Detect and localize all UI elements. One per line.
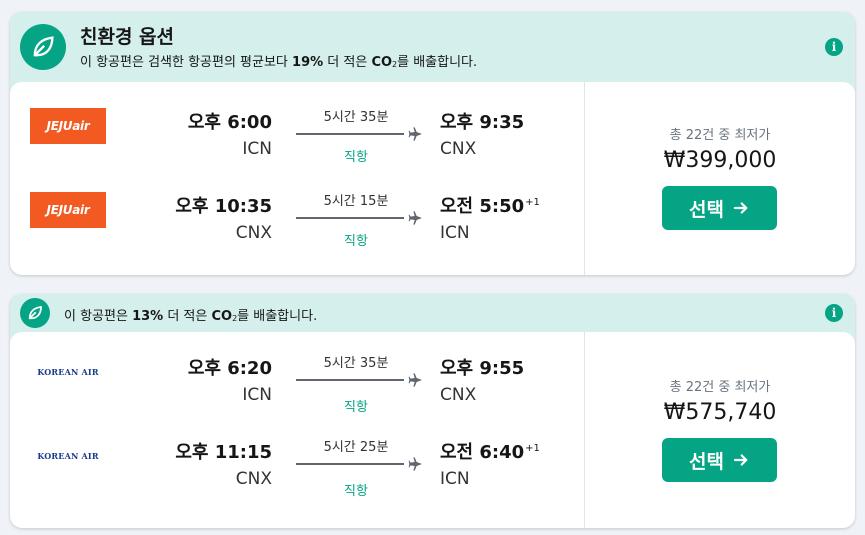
eco-option-header: 친환경 옵션 이 항공편은 검색한 항공편의 평균보다 19% 더 적은 CO2… xyxy=(10,12,855,82)
arrival-airport: ICN xyxy=(440,469,470,489)
flight-body[interactable]: JEJUair 오후 6:00 ICN 5시간 35분 직항 오후 9:35 C… xyxy=(10,82,855,275)
departure-airport: CNX xyxy=(235,469,272,489)
info-icon[interactable]: i xyxy=(825,38,843,56)
select-button-label: 선택 xyxy=(689,198,724,221)
route-line xyxy=(296,379,404,381)
flight-leg: KOREAN AIR 오후 11:15 CNX 5시간 25분 직항 오전 6:… xyxy=(10,420,585,500)
price-subtitle: 총 22건 중 최저가 xyxy=(669,128,771,143)
stops-label: 직항 xyxy=(344,234,368,249)
flight-duration: 5시간 25분 xyxy=(323,440,389,455)
departure-airport: ICN xyxy=(242,139,272,159)
price-subtitle: 총 22건 중 최저가 xyxy=(669,380,771,395)
flight-duration: 5시간 15분 xyxy=(323,194,389,209)
info-icon[interactable]: i xyxy=(825,304,843,322)
arrow-right-icon xyxy=(733,454,748,466)
departure-airport: CNX xyxy=(235,223,272,243)
flight-duration: 5시간 35분 xyxy=(323,356,389,371)
price-amount: ₩399,000 xyxy=(663,148,777,173)
leaf-icon xyxy=(20,298,50,328)
arrival-time: 오전 5:50+1 xyxy=(440,196,540,217)
plane-icon xyxy=(408,457,422,471)
price-column: 총 22건 중 최저가 ₩575,740 선택 xyxy=(585,332,855,528)
stops-label: 직항 xyxy=(344,400,368,415)
eco-description: 이 항공편은 13% 더 적은 CO2를 배출합니다. xyxy=(64,309,318,324)
flight-result-card: 이 항공편은 13% 더 적은 CO2를 배출합니다. i KOREAN AIR… xyxy=(10,294,855,528)
route-line xyxy=(296,217,404,219)
arrival-time: 오후 9:35 xyxy=(440,112,525,133)
flight-legs: JEJUair 오후 6:00 ICN 5시간 35분 직항 오후 9:35 C… xyxy=(10,82,585,275)
arrow-right-icon xyxy=(733,202,748,214)
route-line xyxy=(296,463,404,465)
price-amount: ₩575,740 xyxy=(663,400,777,425)
airline-logo-korean-air: KOREAN AIR xyxy=(37,367,99,377)
eco-description: 이 항공편은 검색한 항공편의 평균보다 19% 더 적은 CO2를 배출합니다… xyxy=(80,55,478,70)
departure-time: 오후 6:20 xyxy=(187,358,272,379)
arrival-airport: CNX xyxy=(440,139,477,159)
departure-time: 오후 11:15 xyxy=(175,442,272,463)
arrival-time: 오후 9:55 xyxy=(440,358,525,379)
eco-title: 친환경 옵션 xyxy=(80,26,175,48)
flight-body[interactable]: KOREAN AIR 오후 6:20 ICN 5시간 35분 직항 오후 9:5… xyxy=(10,332,855,528)
flight-legs: KOREAN AIR 오후 6:20 ICN 5시간 35분 직항 오후 9:5… xyxy=(10,332,585,528)
stops-label: 직항 xyxy=(344,484,368,499)
plane-icon xyxy=(408,211,422,225)
price-column: 총 22건 중 최저가 ₩399,000 선택 xyxy=(585,82,855,275)
flight-leg: JEJUair 오후 6:00 ICN 5시간 35분 직항 오후 9:35 C… xyxy=(10,96,585,176)
arrival-airport: CNX xyxy=(440,385,477,405)
flight-leg: KOREAN AIR 오후 6:20 ICN 5시간 35분 직항 오후 9:5… xyxy=(10,336,585,416)
flight-leg: JEJUair 오후 10:35 CNX 5시간 15분 직항 오전 5:50+… xyxy=(10,180,585,260)
plane-icon xyxy=(408,373,422,387)
select-button[interactable]: 선택 xyxy=(662,186,777,230)
leaf-icon xyxy=(20,24,66,70)
departure-airport: ICN xyxy=(242,385,272,405)
select-button-label: 선택 xyxy=(689,450,724,473)
route-line xyxy=(296,133,404,135)
stops-label: 직항 xyxy=(344,150,368,165)
flight-result-card: 친환경 옵션 이 항공편은 검색한 항공편의 평균보다 19% 더 적은 CO2… xyxy=(10,12,855,275)
select-button[interactable]: 선택 xyxy=(662,438,777,482)
departure-time: 오후 10:35 xyxy=(175,196,272,217)
airline-logo-jeju: JEJUair xyxy=(30,192,106,228)
airline-logo-jeju: JEJUair xyxy=(30,108,106,144)
departure-time: 오후 6:00 xyxy=(187,112,272,133)
flight-duration: 5시간 35분 xyxy=(323,110,389,125)
airline-logo-korean-air: KOREAN AIR xyxy=(37,451,99,461)
eco-option-header: 이 항공편은 13% 더 적은 CO2를 배출합니다. i xyxy=(10,294,855,332)
plane-icon xyxy=(408,127,422,141)
arrival-airport: ICN xyxy=(440,223,470,243)
arrival-time: 오전 6:40+1 xyxy=(440,442,540,463)
